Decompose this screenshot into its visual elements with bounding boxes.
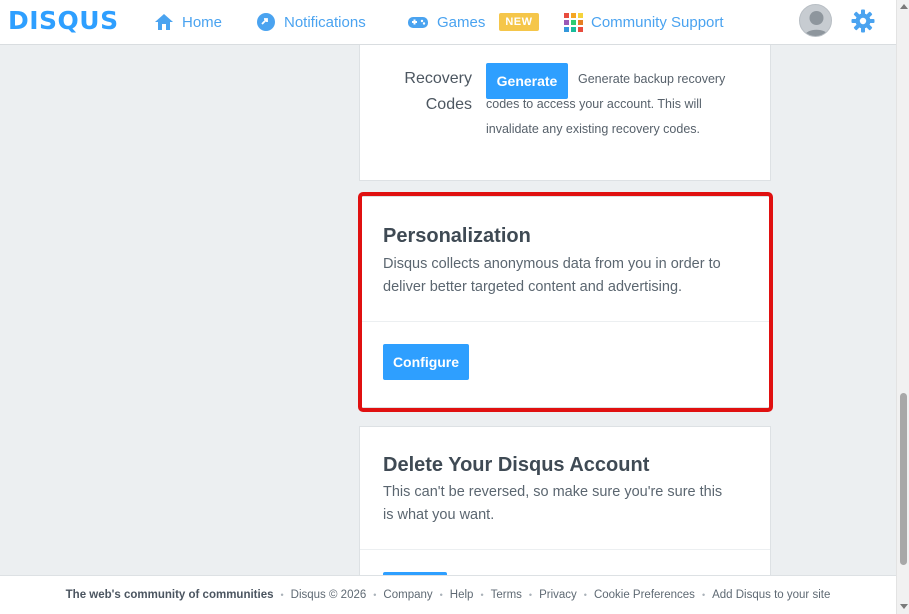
divider	[360, 321, 770, 322]
avatar[interactable]	[799, 4, 832, 37]
footer-link-cookie-preferences[interactable]: Cookie Preferences	[594, 589, 695, 601]
footer-link-add-disqus[interactable]: Add Disqus to your site	[712, 589, 830, 601]
gamepad-icon	[407, 14, 429, 30]
footer-link-help[interactable]: Help	[450, 589, 474, 601]
nav-games-label: Games	[437, 13, 486, 31]
footer-separator: •	[480, 590, 484, 600]
nav-home-label: Home	[182, 13, 223, 31]
footer-link-company[interactable]: Company	[383, 589, 432, 601]
recovery-codes-label: Recovery Codes	[404, 70, 472, 113]
footer-separator: •	[528, 590, 533, 600]
footer-link-privacy[interactable]: Privacy	[539, 589, 577, 601]
footer-separator: •	[583, 590, 587, 600]
personalization-title: Personalization	[383, 225, 531, 247]
footer-separator: •	[280, 590, 284, 600]
nav-games[interactable]: Games NEW	[407, 0, 539, 44]
footer-separator: •	[701, 590, 706, 600]
footer-separator: •	[373, 590, 377, 600]
delete-account-card: Delete Your Disqus Account This can't be…	[359, 426, 771, 586]
notifications-icon	[256, 12, 276, 32]
nav-notifications-label: Notifications	[284, 13, 366, 31]
scrollbar[interactable]	[896, 0, 909, 614]
footer: The web's community of communities • Dis…	[0, 575, 896, 614]
footer-link-terms[interactable]: Terms	[491, 589, 522, 601]
nav-notifications[interactable]: Notifications	[256, 0, 366, 44]
footer-tagline: The web's community of communities	[65, 589, 274, 601]
scroll-down-arrow-icon[interactable]	[900, 604, 908, 609]
home-icon	[154, 12, 174, 32]
top-nav: DISQUS Home Notifications Games NEW Comm…	[0, 0, 896, 45]
delete-account-description: This can't be reversed, so make sure you…	[383, 484, 723, 523]
gear-icon[interactable]	[851, 9, 875, 33]
new-badge: NEW	[499, 13, 539, 31]
nav-community-support-label: Community Support	[591, 13, 724, 31]
disqus-logo[interactable]: DISQUS	[8, 6, 119, 35]
personalization-description: Disqus collects anonymous data from you …	[383, 256, 721, 295]
nav-community-support[interactable]: Community Support	[564, 0, 724, 44]
delete-account-title: Delete Your Disqus Account	[383, 454, 650, 476]
footer-separator: •	[439, 590, 443, 600]
scrollbar-thumb[interactable]	[900, 393, 907, 565]
divider	[360, 549, 770, 550]
scroll-up-arrow-icon[interactable]	[900, 4, 908, 9]
configure-button[interactable]: Configure	[383, 344, 469, 380]
grid-icon	[564, 12, 583, 32]
personalization-card: Personalization Disqus collects anonymou…	[359, 196, 771, 408]
generate-button[interactable]: Generate	[486, 63, 568, 99]
footer-copyright: Disqus © 2026	[290, 589, 367, 601]
recovery-codes-card: Recovery Codes Generate backup recovery …	[359, 45, 771, 181]
nav-home[interactable]: Home	[154, 0, 222, 44]
